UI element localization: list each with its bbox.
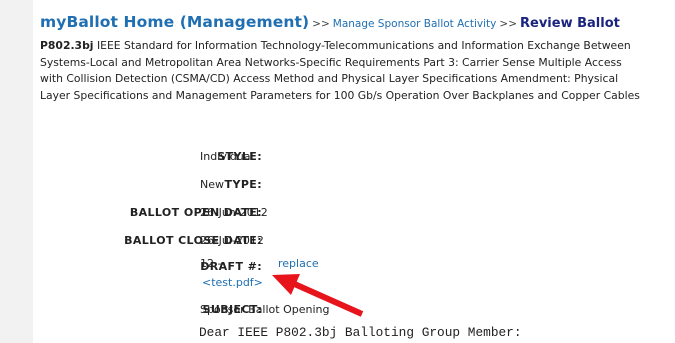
breadcrumb-separator: >> <box>499 18 517 30</box>
breadcrumb-home-link[interactable]: myBallot Home (Management) <box>40 13 309 31</box>
project-id: P802.3bj <box>40 39 94 52</box>
left-margin-strip <box>0 0 33 343</box>
breadcrumb-separator: >> <box>312 18 330 30</box>
replace-draft-link[interactable]: replace <box>278 257 319 270</box>
ballot-close-date-value: 26-Jul-2012 <box>200 234 264 247</box>
ballot-open-date-value: 26-Jun-2012 <box>200 206 268 219</box>
breadcrumb-current: Review Ballot <box>520 16 620 31</box>
breadcrumb-manage-link[interactable]: Manage Sponsor Ballot Activity <box>333 18 497 30</box>
project-title: IEEE Standard for Information Technology… <box>40 39 640 102</box>
letter-greeting: Dear IEEE P802.3bj Balloting Group Membe… <box>199 325 522 340</box>
draft-number-value: 12 -- <box>200 257 226 270</box>
project-description: P802.3bj IEEE Standard for Information T… <box>40 38 640 104</box>
type-label: TYPE: <box>224 178 262 191</box>
draft-file-link[interactable]: <test.pdf> <box>202 276 263 289</box>
type-value: New <box>200 178 224 191</box>
breadcrumb: myBallot Home (Management) >> Manage Spons… <box>40 12 620 31</box>
style-value: Individual <box>200 150 254 163</box>
red-arrow-icon <box>272 274 364 317</box>
